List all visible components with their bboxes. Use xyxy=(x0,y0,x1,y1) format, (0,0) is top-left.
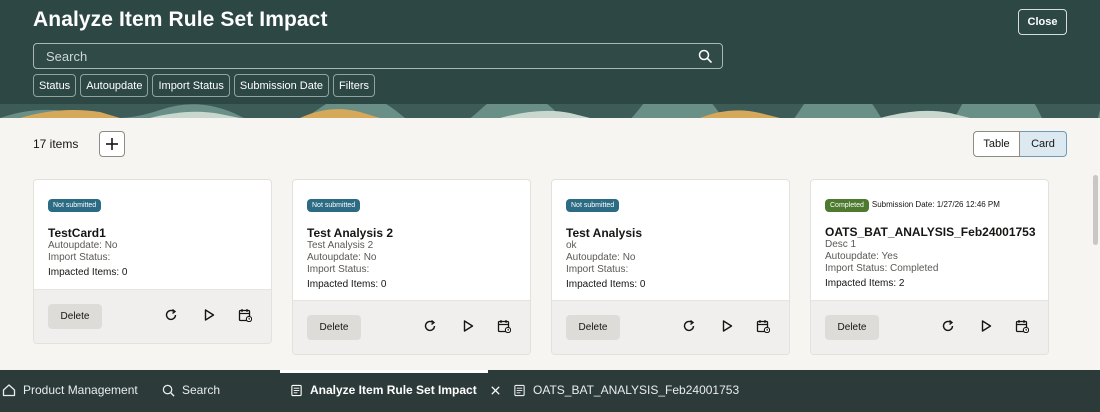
card-autoupdate: Autoupdate: Yes xyxy=(825,251,898,262)
status-badge: Completed xyxy=(825,199,869,212)
schedule-icon[interactable] xyxy=(756,319,770,333)
card-import-status: Import Status: Completed xyxy=(825,263,939,274)
search-bar xyxy=(33,43,723,69)
run-icon[interactable] xyxy=(979,319,993,333)
search-icon[interactable] xyxy=(698,49,712,63)
run-icon[interactable] xyxy=(202,308,216,322)
page-header: Analyze Item Rule Set Impact Close Statu… xyxy=(0,0,1100,118)
refresh-icon[interactable] xyxy=(682,319,696,333)
tab-label: Analyze Item Rule Set Impact xyxy=(310,383,477,397)
card-import-status: Import Status: xyxy=(566,264,629,275)
tab-analyze-item-rule-set-impact[interactable]: Analyze Item Rule Set Impact xyxy=(290,383,501,397)
delete-button[interactable]: Delete xyxy=(566,315,620,340)
filter-chips: Status Autoupdate Import Status Submissi… xyxy=(33,74,375,97)
nav-label: Product Management xyxy=(23,383,138,397)
view-toggle: Table Card xyxy=(973,131,1067,157)
close-icon[interactable] xyxy=(490,385,501,396)
card-autoupdate: Autoupdate: No xyxy=(566,252,636,263)
card-actions: Delete xyxy=(811,300,1048,354)
schedule-icon[interactable] xyxy=(1015,319,1029,333)
card-actions: Delete xyxy=(293,300,530,354)
home-icon xyxy=(2,384,16,397)
card-actions: Delete xyxy=(552,300,789,354)
delete-button[interactable]: Delete xyxy=(48,304,102,329)
scrollbar[interactable] xyxy=(1093,175,1098,245)
card-autoupdate: Autoupdate: No xyxy=(307,252,377,263)
analysis-card[interactable]: Not submitted Test Analysis 2 Test Analy… xyxy=(292,179,531,355)
card-autoupdate: Autoupdate: No xyxy=(48,240,118,251)
active-tab-indicator xyxy=(280,370,488,373)
nav-search[interactable]: Search xyxy=(162,383,220,397)
card-impacted-items: Impacted Items: 0 xyxy=(48,267,128,278)
document-icon xyxy=(514,384,525,396)
refresh-icon[interactable] xyxy=(423,319,437,333)
filter-import-status-chip[interactable]: Import Status xyxy=(152,74,230,97)
refresh-icon[interactable] xyxy=(941,319,955,333)
schedule-icon[interactable] xyxy=(238,308,252,322)
refresh-icon[interactable] xyxy=(164,308,178,322)
card-import-status: Import Status: xyxy=(48,252,111,263)
status-badge: Not submitted xyxy=(307,199,361,212)
run-icon[interactable] xyxy=(461,319,475,333)
close-button[interactable]: Close xyxy=(1018,9,1067,35)
delete-button[interactable]: Delete xyxy=(825,315,879,340)
item-count: 17 items xyxy=(33,137,79,151)
submission-date: Submission Date: 1/27/26 12:46 PM xyxy=(871,200,1000,209)
add-button[interactable] xyxy=(99,131,125,157)
page-title: Analyze Item Rule Set Impact xyxy=(33,8,328,31)
filter-status-chip[interactable]: Status xyxy=(33,74,77,97)
filter-autoupdate-chip[interactable]: Autoupdate xyxy=(80,74,149,97)
analysis-card[interactable]: Not submitted TestCard1 Autoupdate: No I… xyxy=(33,179,272,344)
delete-button[interactable]: Delete xyxy=(307,315,361,340)
tab-oats-bat-analysis[interactable]: OATS_BAT_ANALYSIS_Feb24001753 xyxy=(513,383,739,397)
plus-icon xyxy=(106,138,118,150)
status-badge: Not submitted xyxy=(566,199,620,212)
analysis-card[interactable]: Completed Submission Date: 1/27/26 12:46 … xyxy=(810,179,1049,355)
card-impacted-items: Impacted Items: 0 xyxy=(566,279,646,290)
card-impacted-items: Impacted Items: 0 xyxy=(307,279,387,290)
card-title[interactable]: OATS_BAT_ANALYSIS_Feb24001753 xyxy=(825,225,1036,239)
document-icon xyxy=(291,384,302,396)
card-description: ok xyxy=(566,240,577,251)
card-description: Desc 1 xyxy=(825,239,857,250)
card-title[interactable]: TestCard1 xyxy=(48,226,257,240)
card-impacted-items: Impacted Items: 2 xyxy=(825,278,905,289)
filters-chip[interactable]: Filters xyxy=(333,74,375,97)
card-view-button[interactable]: Card xyxy=(1020,131,1067,157)
search-input[interactable] xyxy=(46,48,666,64)
card-import-status: Import Status: xyxy=(307,264,370,275)
card-description: Test Analysis 2 xyxy=(307,240,374,251)
filter-submission-date-chip[interactable]: Submission Date xyxy=(233,74,330,97)
bottom-navbar: Product Management Search Analyze Item R… xyxy=(0,370,1100,412)
schedule-icon[interactable] xyxy=(497,319,511,333)
search-icon xyxy=(162,384,175,397)
status-badge: Not submitted xyxy=(48,199,102,212)
table-view-button[interactable]: Table xyxy=(973,131,1020,157)
run-icon[interactable] xyxy=(720,319,734,333)
analysis-card[interactable]: Not submitted Test Analysis ok Autoupdat… xyxy=(551,179,790,355)
card-title[interactable]: Test Analysis 2 xyxy=(307,226,516,240)
nav-label: Search xyxy=(182,383,221,397)
header-decorative-pattern xyxy=(0,104,1100,118)
card-actions: Delete xyxy=(34,289,271,343)
tab-label: OATS_BAT_ANALYSIS_Feb24001753 xyxy=(533,383,740,397)
card-title[interactable]: Test Analysis xyxy=(566,226,775,240)
nav-product-management[interactable]: Product Management xyxy=(2,383,138,397)
